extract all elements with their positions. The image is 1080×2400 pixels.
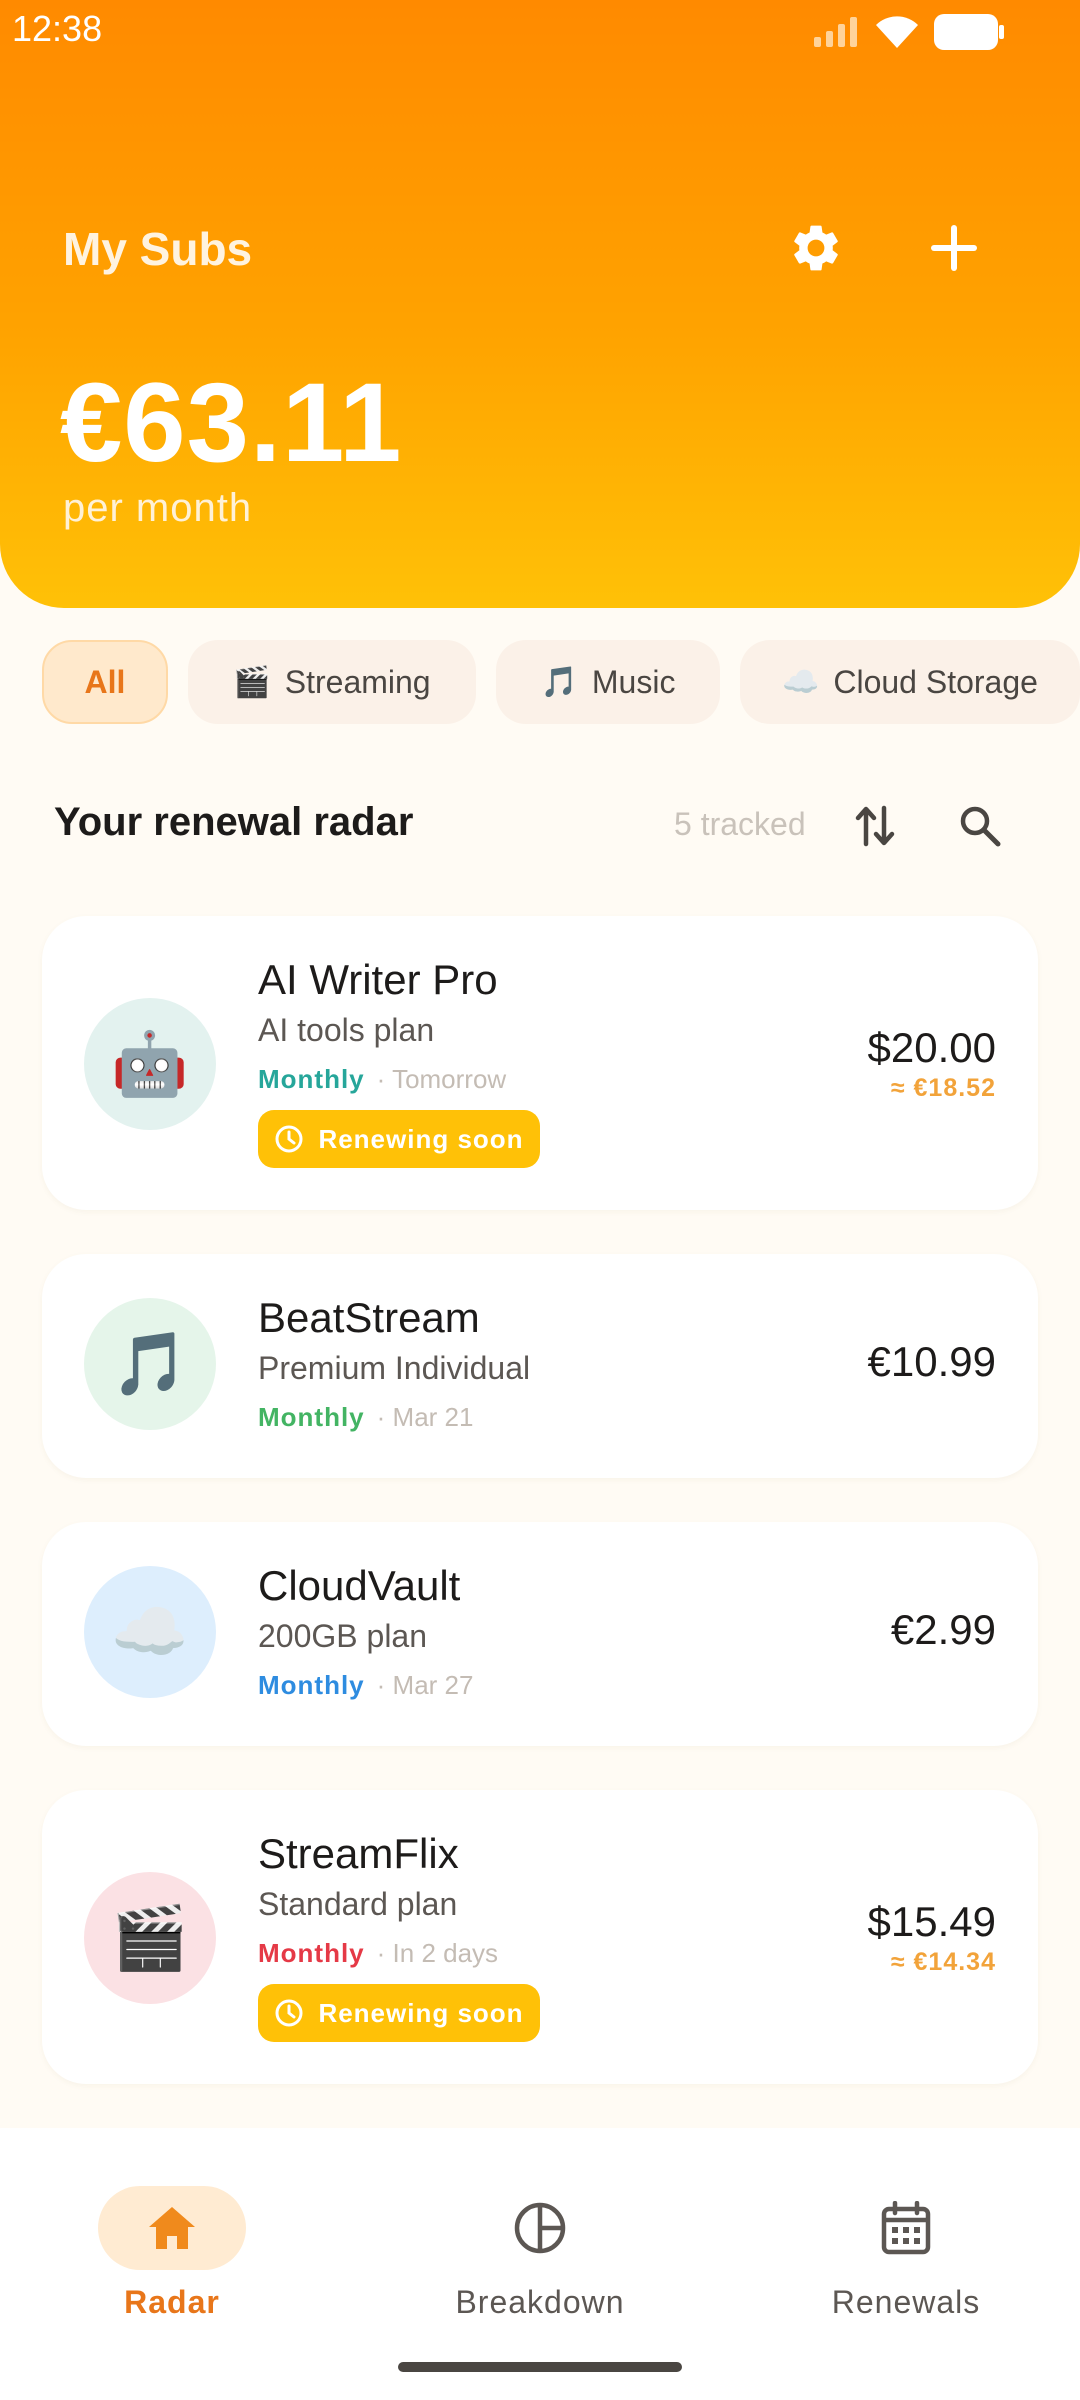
clock-icon bbox=[275, 1999, 303, 2027]
filter-chip-label: Cloud Storage bbox=[833, 663, 1038, 700]
service-meta: Monthly · Mar 21 bbox=[258, 1402, 473, 1433]
renewal-date: · Mar 21 bbox=[376, 1402, 474, 1432]
total-period: per month bbox=[63, 486, 253, 530]
renewing-soon-badge: Renewing soon bbox=[258, 1110, 540, 1168]
cloud-icon: ☁️ bbox=[782, 665, 820, 699]
filter-chip-music[interactable]: 🎵 Music bbox=[496, 640, 720, 724]
home-icon bbox=[149, 2207, 195, 2249]
section-title: Your renewal radar bbox=[54, 800, 414, 844]
filter-chip-streaming[interactable]: 🎬 Streaming bbox=[188, 640, 476, 724]
filter-chip-label: Streaming bbox=[284, 663, 431, 700]
service-name: BeatStream bbox=[258, 1294, 480, 1341]
service-name: StreamFlix bbox=[258, 1830, 459, 1877]
clock-icon bbox=[275, 1125, 303, 1153]
status-icons bbox=[814, 12, 1004, 52]
service-name: CloudVault bbox=[258, 1562, 461, 1609]
plus-icon bbox=[931, 225, 977, 271]
service-avatar: 🎬 bbox=[84, 1872, 216, 2004]
add-subscription-button[interactable] bbox=[918, 212, 990, 284]
badge-label: Renewing soon bbox=[318, 1997, 524, 2028]
service-meta: Monthly · Mar 27 bbox=[258, 1670, 473, 1701]
billing-cycle: Monthly bbox=[258, 1938, 365, 1968]
nav-pill bbox=[832, 2186, 980, 2270]
sort-button[interactable] bbox=[843, 794, 907, 858]
cloud-icon: ☁️ bbox=[111, 1597, 189, 1667]
tracked-count: 5 tracked bbox=[674, 806, 806, 842]
service-avatar: 🤖 bbox=[84, 998, 216, 1130]
renewal-date: · Mar 27 bbox=[376, 1670, 474, 1700]
subscription-card-beatstream[interactable]: 🎵 BeatStream Premium Individual Monthly … bbox=[42, 1254, 1038, 1478]
monthly-total: €63.11 bbox=[60, 360, 403, 485]
sort-icon bbox=[855, 805, 895, 847]
nav-label: Breakdown bbox=[455, 2284, 625, 2320]
settings-button[interactable] bbox=[780, 212, 852, 284]
service-meta: Monthly · Tomorrow bbox=[258, 1064, 506, 1095]
service-price: $15.49 bbox=[867, 1898, 996, 1945]
billing-cycle: Monthly bbox=[258, 1064, 365, 1094]
nav-item-renewals[interactable]: Renewals bbox=[786, 2158, 1026, 2320]
pie-chart-icon bbox=[514, 2202, 566, 2254]
service-meta: Monthly · In 2 days bbox=[258, 1938, 498, 1969]
billing-cycle: Monthly bbox=[258, 1670, 365, 1700]
renewal-date: · Tomorrow bbox=[376, 1064, 507, 1094]
service-plan: AI tools plan bbox=[258, 1012, 435, 1048]
service-price: €2.99 bbox=[890, 1606, 996, 1653]
billing-cycle: Monthly bbox=[258, 1402, 365, 1432]
converted-price: ≈ €18.52 bbox=[890, 1074, 996, 1102]
wifi-icon bbox=[876, 16, 918, 48]
service-plan: Premium Individual bbox=[258, 1350, 531, 1386]
service-avatar: 🎵 bbox=[84, 1298, 216, 1430]
bottom-navigation: Radar Breakdown Renewals bbox=[0, 2128, 1080, 2400]
calendar-icon bbox=[881, 2201, 931, 2255]
filter-chip-all[interactable]: All bbox=[42, 640, 168, 724]
music-note-icon: 🎵 bbox=[111, 1329, 189, 1399]
filter-chip-label: Music bbox=[591, 663, 676, 700]
clapperboard-icon: 🎬 bbox=[111, 1903, 189, 1973]
service-plan: Standard plan bbox=[258, 1886, 458, 1922]
service-name: AI Writer Pro bbox=[258, 956, 498, 1003]
nav-pill bbox=[466, 2186, 614, 2270]
search-icon bbox=[960, 806, 1001, 847]
nav-label: Radar bbox=[124, 2284, 220, 2320]
app-title: My Subs bbox=[63, 223, 253, 275]
nav-item-radar[interactable]: Radar bbox=[52, 2158, 292, 2320]
subscription-card-streamflix[interactable]: 🎬 StreamFlix Standard plan Monthly · In … bbox=[42, 1790, 1038, 2084]
music-note-icon: 🎵 bbox=[540, 665, 578, 699]
robot-icon: 🤖 bbox=[111, 1029, 189, 1099]
subscription-card-ai-writer-pro[interactable]: 🤖 AI Writer Pro AI tools plan Monthly · … bbox=[42, 916, 1038, 1210]
filter-chip-label: All bbox=[84, 663, 126, 700]
clapperboard-icon: 🎬 bbox=[233, 665, 271, 699]
service-price: €10.99 bbox=[867, 1338, 996, 1385]
nav-item-breakdown[interactable]: Breakdown bbox=[420, 2158, 660, 2320]
service-plan: 200GB plan bbox=[258, 1618, 428, 1654]
status-time: 12:38 bbox=[12, 8, 103, 49]
subscription-card-cloudvault[interactable]: ☁️ CloudVault 200GB plan Monthly · Mar 2… bbox=[42, 1522, 1038, 1746]
home-indicator bbox=[398, 2362, 682, 2372]
search-button[interactable] bbox=[948, 794, 1012, 858]
battery-icon bbox=[934, 14, 1004, 50]
filter-chip-cloud-storage[interactable]: ☁️ Cloud Storage bbox=[740, 640, 1080, 724]
service-price: $20.00 bbox=[867, 1024, 996, 1071]
service-avatar: ☁️ bbox=[84, 1566, 216, 1698]
renewal-date: · In 2 days bbox=[376, 1938, 499, 1968]
filter-chips: All 🎬 Streaming 🎵 Music ☁️ Cloud Storage bbox=[0, 640, 1080, 724]
signal-icon bbox=[814, 17, 857, 47]
nav-pill bbox=[98, 2186, 246, 2270]
nav-label: Renewals bbox=[831, 2284, 981, 2320]
converted-price: ≈ €14.34 bbox=[890, 1948, 996, 1976]
renewing-soon-badge: Renewing soon bbox=[258, 1984, 540, 2042]
header: 12:38 My Subs €63.11 per month bbox=[0, 0, 1080, 608]
badge-label: Renewing soon bbox=[318, 1123, 524, 1154]
gear-icon bbox=[794, 225, 838, 271]
